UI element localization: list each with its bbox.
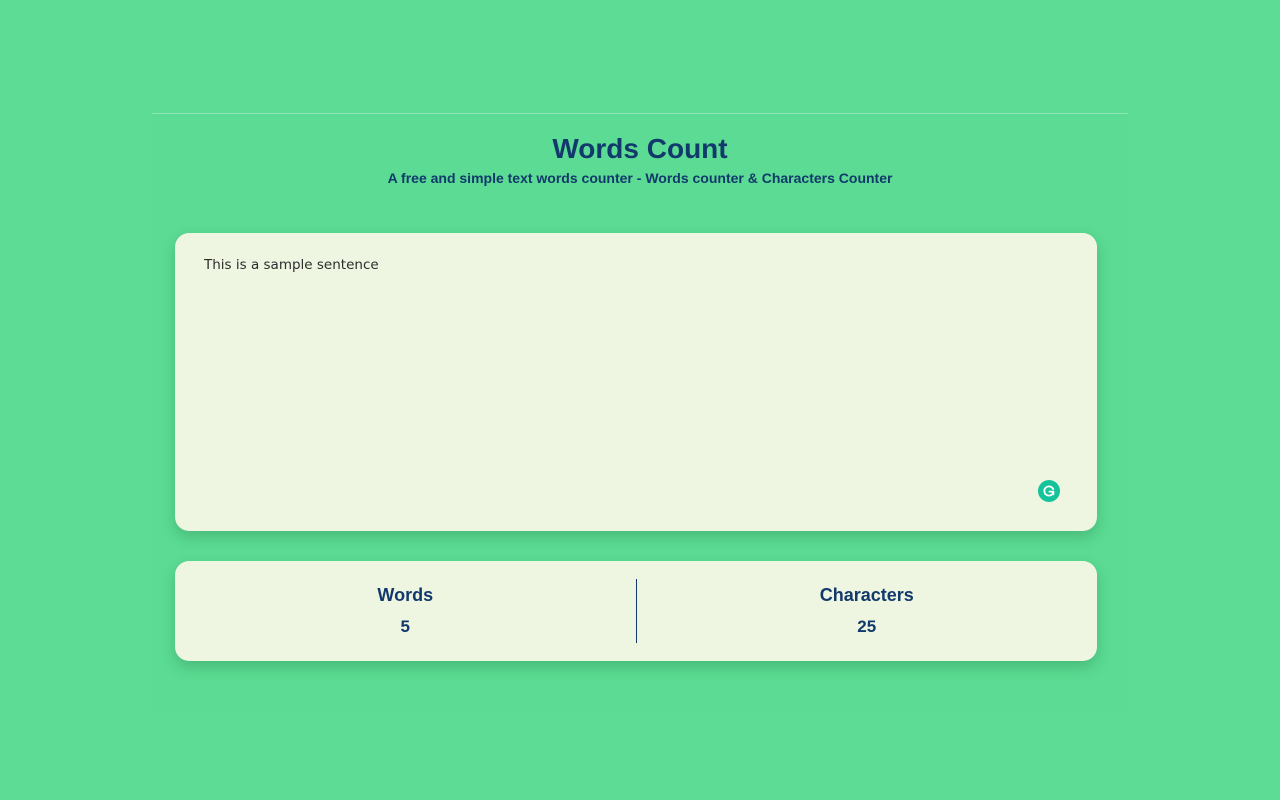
text-editor-card: This is a sample sentence [175, 233, 1097, 531]
characters-stat: Characters 25 [637, 583, 1098, 639]
page: Words Count A free and simple text words… [0, 0, 1280, 800]
header: Words Count A free and simple text words… [152, 114, 1128, 187]
grammarly-icon[interactable] [1038, 480, 1060, 502]
page-title: Words Count [552, 133, 728, 164]
characters-count: 25 [857, 617, 877, 636]
grammarly-g-glyph [1043, 485, 1055, 497]
page-subtitle: A free and simple text words counter - W… [387, 170, 893, 186]
words-count: 5 [400, 617, 410, 636]
words-stat: Words 5 [175, 583, 636, 639]
characters-label: Characters [819, 585, 914, 605]
words-label: Words [377, 585, 434, 605]
text-input[interactable]: This is a sample sentence [204, 257, 1064, 497]
stats-card: Words 5 Characters 25 [175, 561, 1097, 661]
main-container: Words Count A free and simple text words… [152, 113, 1128, 714]
